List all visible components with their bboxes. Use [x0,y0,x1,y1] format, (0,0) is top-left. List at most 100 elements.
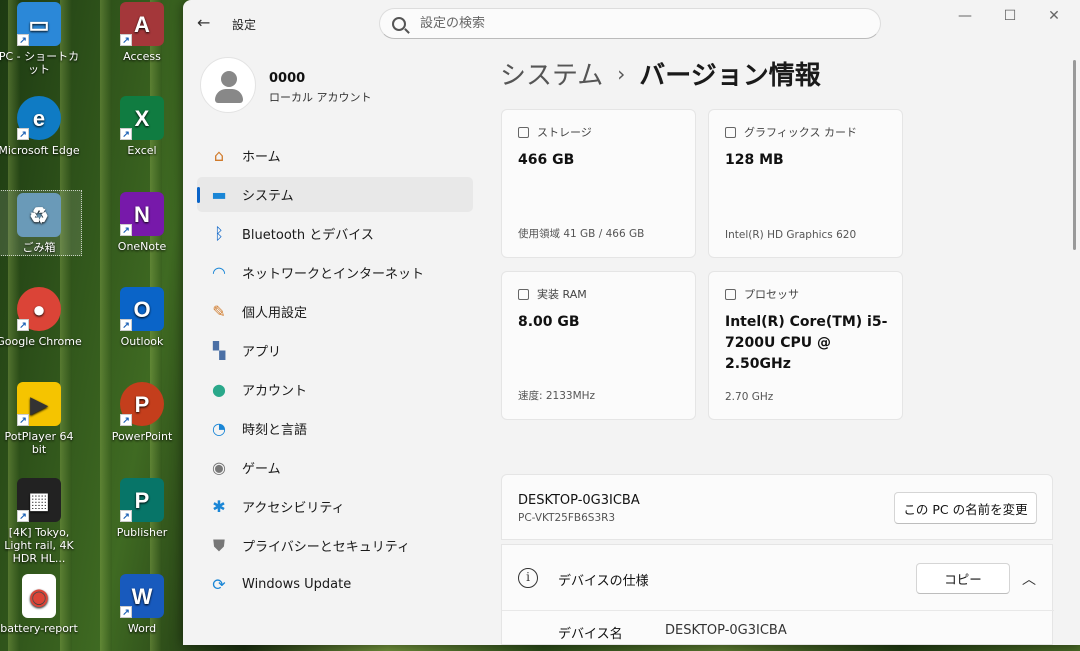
device-specs-section: i デバイスの仕様 コピー ︿ デバイス名 DESKTOP-0G3ICBA [501,544,1054,645]
sidebar-item-privacy[interactable]: ⛊ プライバシーとセキュリティ [197,528,473,563]
bluetooth-icon: ᛒ [214,224,224,243]
desktop-icon-publisher[interactable]: P ↗ Publisher [99,478,185,539]
copy-button[interactable]: コピー [916,563,1010,594]
sidebar-item-system[interactable]: ▬ システム [197,177,473,212]
recycle-bin-icon: ♻ [17,193,61,237]
search-input[interactable] [420,16,860,31]
desktop-icon-label: Outlook [120,335,164,348]
app-title: 設定 [232,18,257,32]
sidebar-item-label: プライバシーとセキュリティ [242,540,410,555]
storage-icon [518,126,529,138]
breadcrumb: システム › バージョン情報 [500,55,821,92]
desktop-icon-edge[interactable]: e ↗ Microsoft Edge [0,96,82,157]
settings-window: ← 設定 — ☐ ✕ 0000 ローカル アカウント ⌂ ホーム ▬ システム … [183,0,1080,645]
desktop-icon-pc-shortcut[interactable]: ▭ ↗ PC - ショートカット [0,2,82,76]
sidebar-item-network[interactable]: ◠ ネットワークとインターネット [197,255,473,290]
info-icon: i [518,568,538,588]
wifi-icon: ◠ [212,263,226,282]
gamepad-icon: ◉ [212,458,226,477]
desktop-icon-word[interactable]: W ↗ Word [99,574,185,635]
sidebar-item-accounts[interactable]: ● アカウント [197,372,473,407]
search-box[interactable] [379,8,881,39]
sidebar-item-home[interactable]: ⌂ ホーム [197,138,473,173]
desktop-icon-video[interactable]: ▦ ↗ [4K] Tokyo, Light rail, 4K HDR HL... [0,478,82,565]
sidebar-item-bluetooth[interactable]: ᛒ Bluetooth とデバイス [197,216,473,251]
chevron-up-icon[interactable]: ︿ [1022,569,1036,589]
desktop-icon-label: Excel [127,144,157,157]
word-icon: W ↗ [120,574,164,618]
update-icon: ⟳ [212,575,226,594]
back-arrow-icon[interactable]: ← [197,14,215,32]
apps-icon: ▚ [212,341,226,360]
sidebar-item-label: システム [242,189,294,204]
excel-icon: X ↗ [120,96,164,140]
rename-pc-button[interactable]: この PC の名前を変更 [894,492,1037,524]
desktop-icon-potplayer[interactable]: ▶ ↗ PotPlayer 64 bit [0,382,82,456]
sidebar-item-label: 個人用設定 [242,306,308,321]
desktop-icon-label: PowerPoint [111,430,173,443]
globe-clock-icon: ◔ [212,419,226,438]
avatar[interactable] [200,57,256,113]
minimize-button[interactable]: — [945,6,985,26]
html-file-icon: ◉ [22,574,56,618]
sidebar-item-label: Bluetooth とデバイス [242,228,374,243]
desktop-icon-label: Publisher [116,526,168,539]
card-label: 実装 RAM [537,288,587,301]
sidebar-item-label: ゲーム [242,462,281,477]
user-name: 0000 [269,71,306,86]
monitor-icon: ▬ [211,185,227,204]
device-specs-header[interactable]: i デバイスの仕様 コピー ︿ [502,545,1054,611]
spec-row-label: デバイス名 [558,627,623,642]
avatar-head [221,71,237,87]
storage-card: ストレージ 466 GB 使用領域 41 GB / 466 GB [501,109,696,258]
desktop-icon-label: [4K] Tokyo, Light rail, 4K HDR HL... [4,526,74,565]
desktop-icon-outlook[interactable]: O ↗ Outlook [99,287,185,348]
card-value: 8.00 GB [518,314,580,330]
card-subtext: Intel(R) HD Graphics 620 [725,229,857,241]
sidebar-item-label: ネットワークとインターネット [242,267,425,282]
sidebar-item-gaming[interactable]: ◉ ゲーム [197,450,473,485]
desktop-icon-label: Word [127,622,157,635]
desktop-icon-label: Access [123,50,161,63]
accessibility-icon: ✱ [212,497,226,516]
desktop-icon-label: PC - ショートカット [0,50,80,76]
account-type: ローカル アカウント [269,91,372,104]
desktop-icon-label: PotPlayer 64 bit [4,430,74,456]
sidebar-item-label: アカウント [242,384,308,399]
maximize-button[interactable]: ☐ [990,6,1030,26]
close-button[interactable]: ✕ [1034,6,1074,26]
processor-card: プロセッサ Intel(R) Core(TM) i5-7200U CPU @ 2… [708,271,903,420]
powerpoint-icon: P ↗ [120,382,164,426]
video-file-icon: ▦ ↗ [17,478,61,522]
card-subtext: 2.70 GHz [725,391,774,403]
device-specs-title: デバイスの仕様 [558,574,649,589]
desktop-icon-battery-report[interactable]: ◉ battery-report [0,574,82,635]
edge-icon: e ↗ [17,96,61,140]
card-value: Intel(R) Core(TM) i5-7200U CPU @ 2.50GHz [725,314,888,372]
sidebar-item-label: ホーム [242,150,281,165]
sidebar-item-apps[interactable]: ▚ アプリ [197,333,473,368]
desktop-icon-chrome[interactable]: ● ↗ Google Chrome [0,287,82,348]
sidebar-item-personalization[interactable]: ✎ 個人用設定 [197,294,473,329]
desktop-icon-label: battery-report [0,622,78,635]
desktop-icon-recycle-bin[interactable]: ♻ ごみ箱 [0,190,82,256]
pc-name: DESKTOP-0G3ICBA [518,493,640,508]
desktop-icon-excel[interactable]: X ↗ Excel [99,96,185,157]
sidebar-item-windows-update[interactable]: ⟳ Windows Update [197,567,473,602]
card-subtext: 速度: 2133MHz [518,390,596,402]
desktop-icon-label: Microsoft Edge [0,144,80,157]
ram-card: 実装 RAM 8.00 GB 速度: 2133MHz [501,271,696,420]
person-icon: ● [212,380,226,399]
desktop-icon-onenote[interactable]: N ↗ OneNote [99,192,185,253]
chrome-icon: ● ↗ [17,287,61,331]
outlook-icon: O ↗ [120,287,164,331]
desktop-icon-access[interactable]: A ↗ Access [99,2,185,63]
desktop-icon-powerpoint[interactable]: P ↗ PowerPoint [99,382,185,443]
breadcrumb-parent[interactable]: システム [500,55,603,92]
brush-icon: ✎ [212,302,226,321]
sidebar-item-time-language[interactable]: ◔ 時刻と言語 [197,411,473,446]
publisher-icon: P ↗ [120,478,164,522]
scrollbar[interactable] [1073,60,1076,250]
sidebar-nav: ⌂ ホーム ▬ システム ᛒ Bluetooth とデバイス ◠ ネットワークと… [197,138,473,606]
sidebar-item-accessibility[interactable]: ✱ アクセシビリティ [197,489,473,524]
